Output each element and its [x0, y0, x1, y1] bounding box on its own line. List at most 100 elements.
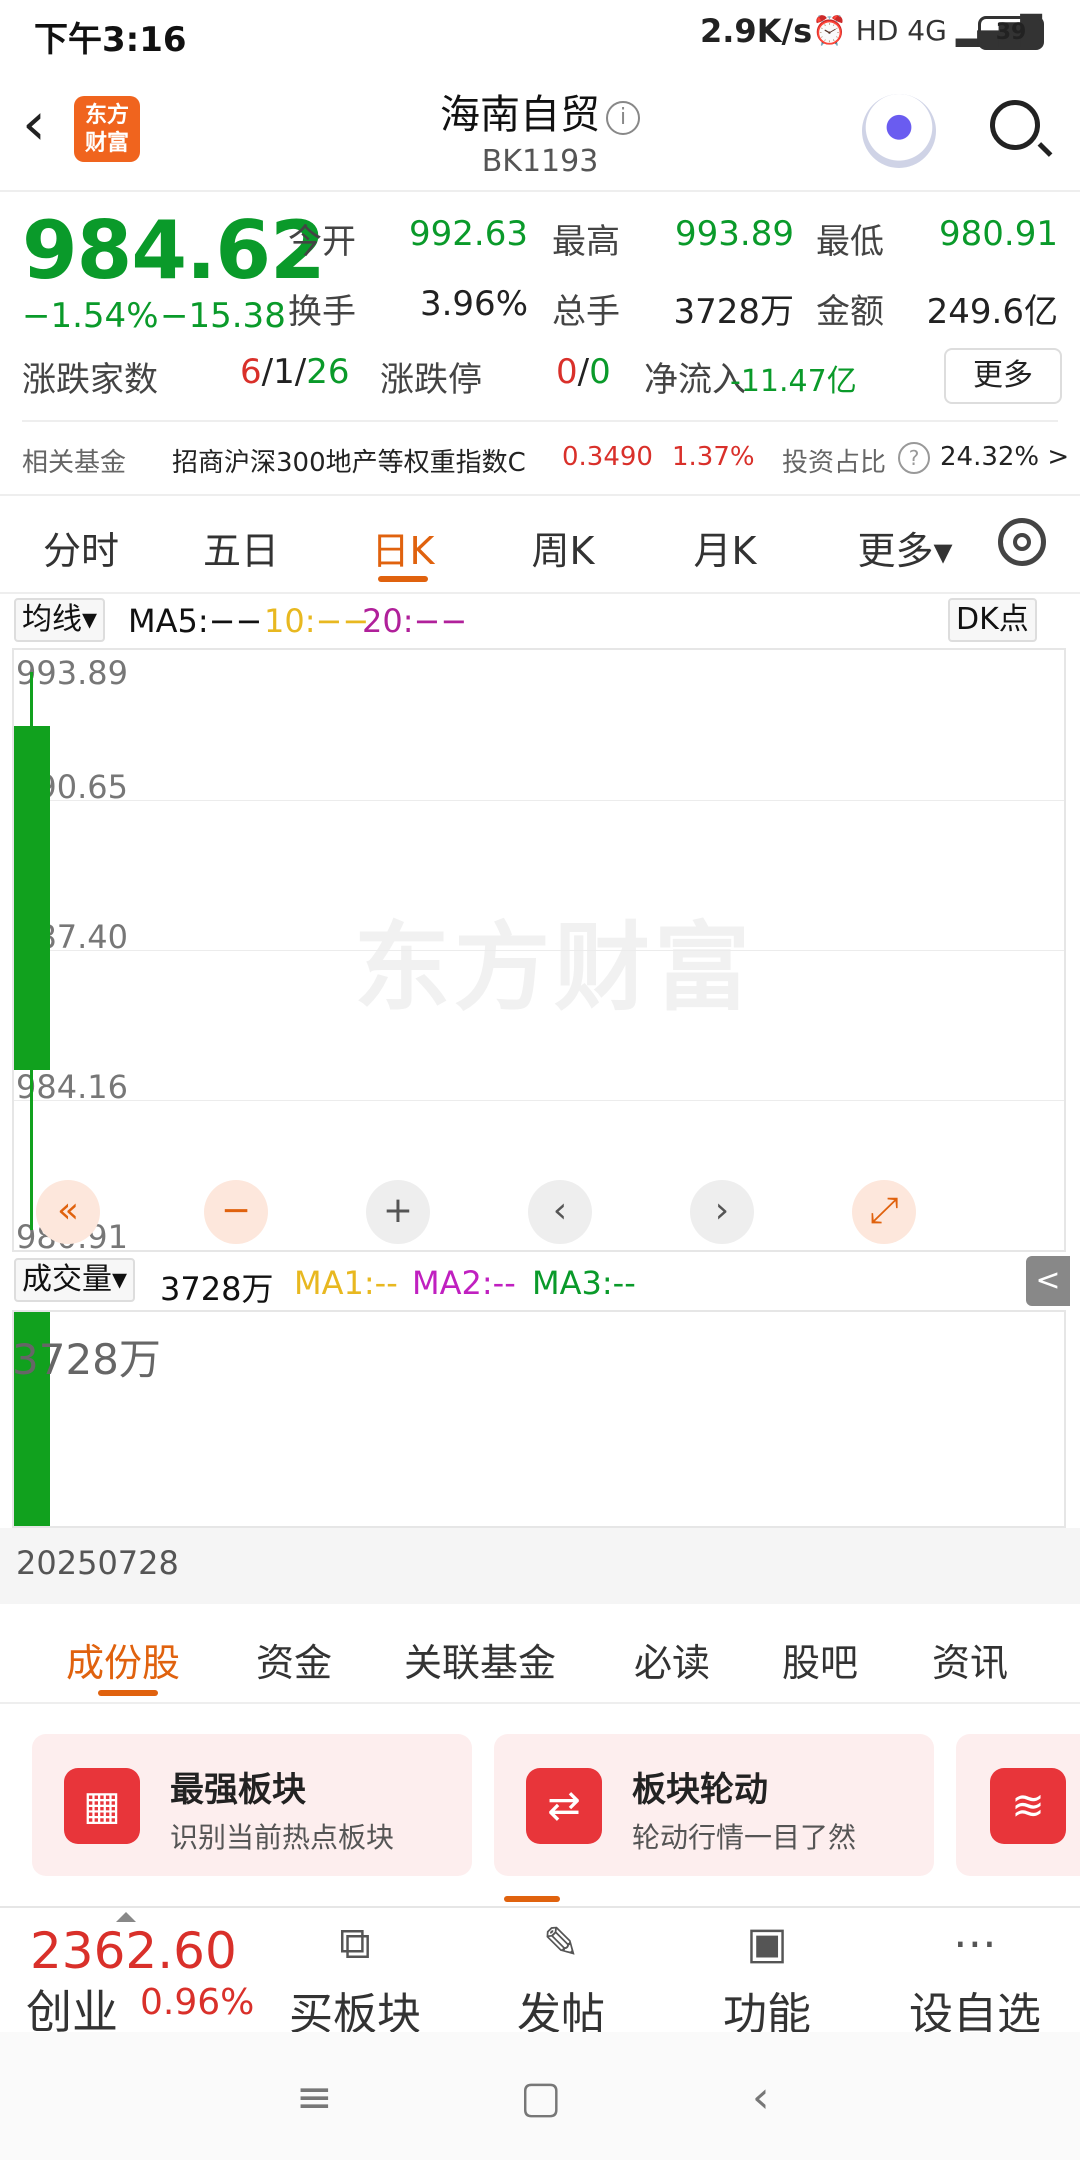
vol-ma2: MA2:--	[412, 1264, 516, 1302]
fund-name[interactable]: 招商沪深300地产等权重指数C	[172, 442, 526, 479]
rotation-icon: ⇄	[526, 1768, 602, 1844]
card-strongest-sector[interactable]: ▦ 最强板块 识别当前热点板块	[32, 1734, 472, 1876]
help-icon[interactable]: ?	[898, 442, 930, 474]
collapse-panel-button[interactable]: <	[1026, 1256, 1070, 1306]
kline-chart[interactable]: 东方财富 993.89 990.65 987.40 984.16 980.91 …	[12, 648, 1066, 1256]
active-tab-indicator	[378, 576, 428, 582]
page-title: 海南自贸 i	[340, 82, 740, 140]
gridline	[14, 950, 1064, 951]
scroll-right-button[interactable]: ›	[690, 1180, 754, 1244]
amount-label: 金额	[816, 292, 884, 332]
more-dots-icon: ⋯	[953, 1918, 997, 1969]
active-tab-indicator	[98, 1690, 158, 1696]
back-icon[interactable]: ‹	[22, 94, 46, 154]
tab-five-day[interactable]: 五日	[176, 520, 306, 575]
vol-ma3: MA3:--	[532, 1264, 636, 1302]
gear-icon[interactable]	[998, 518, 1046, 566]
section-tabs: 成份股 资金 关联基金 必读 股吧 资讯	[0, 1606, 1080, 1704]
status-time: 下午3:16	[34, 20, 187, 60]
status-bar: 下午3:16 2.9K/s ⏰ HD 4G ▂▄▆█ 39	[0, 0, 1080, 64]
robot-avatar-icon[interactable]	[862, 94, 936, 168]
tab-constituents[interactable]: 成份股	[66, 1632, 180, 1687]
volume-label: 总手	[552, 292, 620, 332]
dk-point-dropdown[interactable]: DK点	[948, 598, 1037, 642]
system-nav-bar: ≡ ▢ ‹	[0, 2032, 1080, 2160]
back-nav-icon[interactable]: ‹	[752, 2072, 770, 2123]
volume-dropdown[interactable]: 成交量▾	[14, 1258, 136, 1302]
tab-monthly-k[interactable]: 月K	[660, 520, 790, 575]
change-amount: −15.38	[160, 296, 286, 336]
index-value[interactable]: 2362.60	[30, 1922, 237, 1980]
quote-panel: 984.62 −1.54% −15.38 今开 992.63 最高 993.89…	[0, 192, 1080, 492]
invest-label: 投资占比	[782, 448, 887, 478]
zoom-in-button[interactable]: +	[366, 1180, 430, 1244]
add-favorite-button[interactable]: ⋯ 设自选	[900, 1908, 1050, 2040]
volume-max-label: 3728万	[12, 1335, 161, 1384]
current-price: 984.62	[22, 204, 326, 297]
scroll-to-start-button[interactable]: «	[36, 1180, 100, 1244]
ma-dropdown[interactable]: 均线▾	[14, 598, 106, 642]
card-title: 板块轮动	[632, 1770, 768, 1810]
gridline	[14, 1100, 1064, 1101]
card-title: 最强板块	[170, 1770, 306, 1810]
tab-must-read[interactable]: 必读	[634, 1632, 710, 1687]
watermark: 东方财富	[354, 912, 754, 1024]
tab-forum[interactable]: 股吧	[782, 1632, 858, 1687]
menu-icon[interactable]: ≡	[296, 2072, 333, 2123]
card-sector-rotation[interactable]: ⇄ 板块轮动 轮动行情一目了然	[494, 1734, 934, 1876]
post-button[interactable]: ✎ 发帖	[486, 1908, 636, 2040]
tab-more[interactable]: 更多▾	[830, 520, 980, 575]
tab-daily-k[interactable]: 日K	[338, 520, 468, 575]
vol-ma1: MA1:--	[294, 1264, 398, 1302]
netflow-value: -11.47亿	[730, 364, 857, 399]
chart-icon: ▦	[64, 1768, 140, 1844]
ma10-value: 10:−−	[264, 602, 370, 640]
high-value: 993.89	[675, 214, 794, 254]
tab-funds-flow[interactable]: 资金	[256, 1632, 332, 1687]
breadth-label: 涨跌家数	[22, 360, 158, 400]
battery-icon: 39	[978, 16, 1044, 50]
tab-intraday[interactable]: 分时	[16, 520, 146, 575]
high-label: 最高	[552, 222, 620, 262]
functions-button[interactable]: ▣ 功能	[692, 1908, 842, 2040]
header: ‹ 东方 财富 海南自贸 i BK1193	[0, 64, 1080, 192]
card-partial[interactable]: ≋	[956, 1734, 1080, 1876]
zoom-out-button[interactable]: −	[204, 1180, 268, 1244]
caret-up-icon	[116, 1912, 136, 1922]
low-label: 最低	[816, 222, 884, 262]
search-icon[interactable]	[990, 100, 1040, 150]
date-axis: 20250728	[0, 1528, 1080, 1604]
buy-sector-button[interactable]: ⧉ 买板块	[280, 1908, 430, 2040]
card-subtitle: 识别当前热点板块	[170, 1821, 395, 1854]
tab-weekly-k[interactable]: 周K	[498, 520, 628, 575]
fullscreen-button[interactable]: ⤢	[852, 1180, 916, 1244]
gridline	[14, 800, 1064, 801]
sector-code: BK1193	[481, 144, 599, 179]
fund-percent: 1.37%	[672, 442, 755, 472]
buy-icon: ⧉	[339, 1918, 371, 1969]
ma-bar: 均线▾ MA5:−− 10:−− 20:−− DK点	[0, 594, 1080, 646]
invest-value[interactable]: 24.32% >	[940, 442, 1069, 472]
tab-related-funds[interactable]: 关联基金	[404, 1632, 556, 1687]
more-button[interactable]: 更多	[944, 348, 1062, 404]
home-icon[interactable]: ▢	[520, 2072, 562, 2123]
date-label: 20250728	[16, 1544, 179, 1582]
scroll-left-button[interactable]: ‹	[528, 1180, 592, 1244]
low-value: 980.91	[939, 214, 1058, 254]
layers-icon: ≋	[990, 1768, 1066, 1844]
fund-nav: 0.3490	[562, 442, 653, 472]
change-percent: −1.54%	[22, 296, 159, 336]
volume-value: 3728万	[673, 292, 794, 332]
candle-body	[14, 726, 50, 1071]
amount-value: 249.6亿	[926, 292, 1058, 332]
open-label: 今开	[288, 222, 356, 262]
title-text: 海南自贸	[440, 92, 600, 138]
ma20-value: 20:−−	[362, 602, 468, 640]
divider	[22, 420, 1058, 422]
app-logo: 东方 财富	[74, 96, 140, 162]
volume-bar: 成交量▾ 3728万 MA1:-- MA2:-- MA3:-- <	[0, 1254, 1080, 1308]
tab-news[interactable]: 资讯	[932, 1632, 1008, 1687]
volume-chart[interactable]: 3728万	[12, 1310, 1066, 1528]
info-icon[interactable]: i	[606, 101, 640, 135]
bottom-bar: 2362.60 创业 0.96% ⧉ 买板块 ✎ 发帖 ▣ 功能 ⋯ 设自选	[0, 1906, 1080, 2040]
